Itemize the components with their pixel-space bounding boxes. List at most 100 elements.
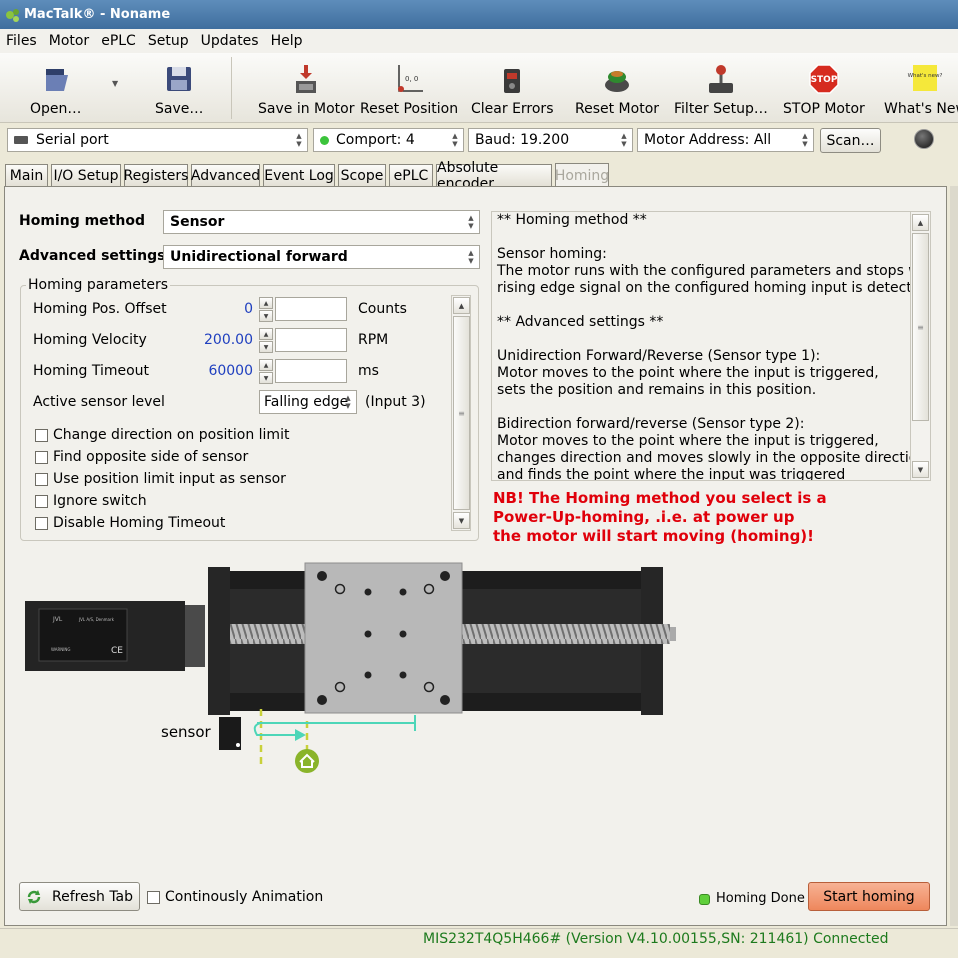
save-in-motor-icon xyxy=(296,65,317,93)
menu-help[interactable]: Help xyxy=(265,33,309,49)
homing-method-label: Homing method xyxy=(19,213,145,229)
address-select[interactable]: Motor Address: All ▲ ▼ xyxy=(637,128,814,152)
param-offset-input[interactable] xyxy=(275,297,347,321)
toolbar-separator xyxy=(231,57,232,119)
checkbox-label: Change direction on position limit xyxy=(53,427,290,443)
checkbox-box[interactable] xyxy=(35,428,48,442)
whats-new-label: What's New xyxy=(884,101,958,117)
comport-value: Comport: 4 xyxy=(336,132,415,148)
motor-model-text: JVL A/S, Denmark xyxy=(78,617,115,622)
tab-event-log[interactable]: Event Log xyxy=(263,164,335,187)
port-select[interactable]: Serial port ▲ ▼ xyxy=(7,128,308,152)
reset-motor-icon xyxy=(605,71,629,92)
checkbox-disable-timeout[interactable]: Disable Homing Timeout xyxy=(35,515,225,531)
sticky-note-icon: What's new? xyxy=(908,65,943,91)
sensor-label: sensor xyxy=(161,723,211,741)
refresh-tab-button[interactable]: Refresh Tab xyxy=(19,882,140,911)
floppy-disk-icon xyxy=(167,67,192,91)
scan-button[interactable]: Scan… xyxy=(820,128,881,153)
tab-scope[interactable]: Scope xyxy=(338,164,386,187)
sticky-note-text: What's new? xyxy=(908,73,943,79)
save-in-motor-button[interactable]: Save in Motor xyxy=(258,61,354,117)
info-scrollbar[interactable]: ▲ ≡ ▼ xyxy=(910,212,930,480)
scroll-thumb[interactable]: ≡ xyxy=(453,316,470,510)
linear-actuator-illustration: JVL JVL A/S, Denmark WARNING CE xyxy=(25,562,676,773)
param-timeout-value: 60000 xyxy=(208,363,253,379)
carriage xyxy=(304,562,463,714)
checkbox-ignore-switch[interactable]: Ignore switch xyxy=(35,493,147,509)
filter-setup-button[interactable]: Filter Setup… xyxy=(674,61,768,117)
svg-text:0, 0: 0, 0 xyxy=(405,75,418,83)
open-dropdown-icon[interactable]: ▼ xyxy=(112,79,118,88)
filter-setup-label: Filter Setup… xyxy=(674,101,768,117)
advanced-settings-arrows-icon: ▲ ▼ xyxy=(468,249,474,265)
connection-bar: Serial port ▲ ▼ Comport: 4 ▲ ▼ Baud: 19.20… xyxy=(0,124,958,158)
checkbox-box[interactable] xyxy=(147,890,160,904)
tab-bar: Main I/O Setup Registers Advanced Event … xyxy=(0,160,958,192)
checkbox-label: Disable Homing Timeout xyxy=(53,515,226,531)
baud-select[interactable]: Baud: 19.200 ▲ ▼ xyxy=(468,128,633,152)
parameters-scrollbar[interactable]: ▲ ≡ ▼ xyxy=(451,295,471,531)
folder-open-icon xyxy=(45,69,68,91)
motor-ce-text: CE xyxy=(111,646,123,656)
menu-updates[interactable]: Updates xyxy=(195,33,265,49)
sensor-level-select[interactable]: Falling edge ▲ ▼ xyxy=(259,390,357,414)
start-homing-button[interactable]: Start homing xyxy=(808,882,930,911)
status-bar: MIS232T4Q5H466# (Version V4.10.00155,SN:… xyxy=(0,928,958,958)
menu-setup[interactable]: Setup xyxy=(142,33,195,49)
save-in-motor-label: Save in Motor xyxy=(258,101,355,117)
checkbox-continuous-animation[interactable]: Continously Animation xyxy=(147,889,323,905)
trajectory-arrow-icon xyxy=(295,729,306,741)
checkbox-label: Find opposite side of sensor xyxy=(53,449,249,465)
checkbox-box[interactable] xyxy=(35,472,48,486)
param-velocity-input[interactable] xyxy=(275,328,347,352)
homing-method-select[interactable]: Sensor ▲ ▼ xyxy=(163,210,480,234)
scroll-down-icon[interactable]: ▼ xyxy=(912,461,929,478)
tab-main[interactable]: Main xyxy=(5,164,48,187)
checkbox-change-direction[interactable]: Change direction on position limit xyxy=(35,427,289,443)
scroll-up-icon[interactable]: ▲ xyxy=(912,214,929,231)
scroll-up-icon[interactable]: ▲ xyxy=(453,297,470,314)
comport-select[interactable]: Comport: 4 ▲ ▼ xyxy=(313,128,464,152)
advanced-settings-label: Advanced settings xyxy=(19,248,166,264)
menu-eplc[interactable]: ePLC xyxy=(95,33,142,49)
menu-files[interactable]: Files xyxy=(0,33,43,49)
reset-motor-button[interactable]: Reset Motor xyxy=(575,61,659,117)
save-button[interactable]: Save… xyxy=(155,61,203,117)
scroll-down-icon[interactable]: ▼ xyxy=(453,512,470,529)
stop-motor-button[interactable]: STOP STOP Motor xyxy=(783,61,865,117)
window-edge xyxy=(950,186,958,926)
checkbox-box[interactable] xyxy=(35,450,48,464)
tab-absolute-encoder[interactable]: Absolute encoder xyxy=(436,160,552,192)
motor-brand-text: JVL xyxy=(52,616,63,623)
scroll-thumb[interactable]: ≡ xyxy=(912,233,929,421)
stop-sign-text: STOP xyxy=(810,75,837,85)
tab-advanced[interactable]: Advanced xyxy=(191,164,260,187)
tab-eplc[interactable]: ePLC xyxy=(389,164,433,187)
checkbox-box[interactable] xyxy=(35,516,48,530)
connection-led-icon xyxy=(914,129,934,149)
advanced-settings-value: Unidirectional forward xyxy=(170,249,348,265)
tab-io-setup[interactable]: I/O Setup xyxy=(51,164,121,187)
param-velocity-spinner[interactable]: ▲ ▼ xyxy=(259,328,273,353)
open-button[interactable]: Open… xyxy=(30,61,81,117)
advanced-settings-select[interactable]: Unidirectional forward ▲ ▼ xyxy=(163,245,480,269)
checkbox-opposite-side[interactable]: Find opposite side of sensor xyxy=(35,449,248,465)
param-velocity-unit: RPM xyxy=(358,332,389,348)
param-offset-spinner[interactable]: ▲ ▼ xyxy=(259,297,273,322)
checkbox-limit-as-sensor[interactable]: Use position limit input as sensor xyxy=(35,471,286,487)
tab-registers[interactable]: Registers xyxy=(124,164,188,187)
clear-errors-icon xyxy=(504,69,521,93)
whats-new-button[interactable]: What's new? What's New xyxy=(884,61,958,117)
port-select-arrows-icon: ▲ ▼ xyxy=(296,132,302,148)
reset-position-button[interactable]: 0, 0 Reset Position xyxy=(360,61,458,117)
clear-errors-button[interactable]: Clear Errors xyxy=(471,61,553,117)
checkbox-box[interactable] xyxy=(35,494,48,508)
param-timeout-input[interactable] xyxy=(275,359,347,383)
param-offset-unit: Counts xyxy=(358,301,407,317)
param-timeout-spinner[interactable]: ▲ ▼ xyxy=(259,359,273,384)
homing-parameters-title: Homing parameters xyxy=(26,277,171,293)
tab-homing[interactable]: Homing xyxy=(555,163,609,187)
homing-panel: Homing method Sensor ▲ ▼ Advanced setting… xyxy=(4,186,947,926)
menu-motor[interactable]: Motor xyxy=(43,33,95,49)
